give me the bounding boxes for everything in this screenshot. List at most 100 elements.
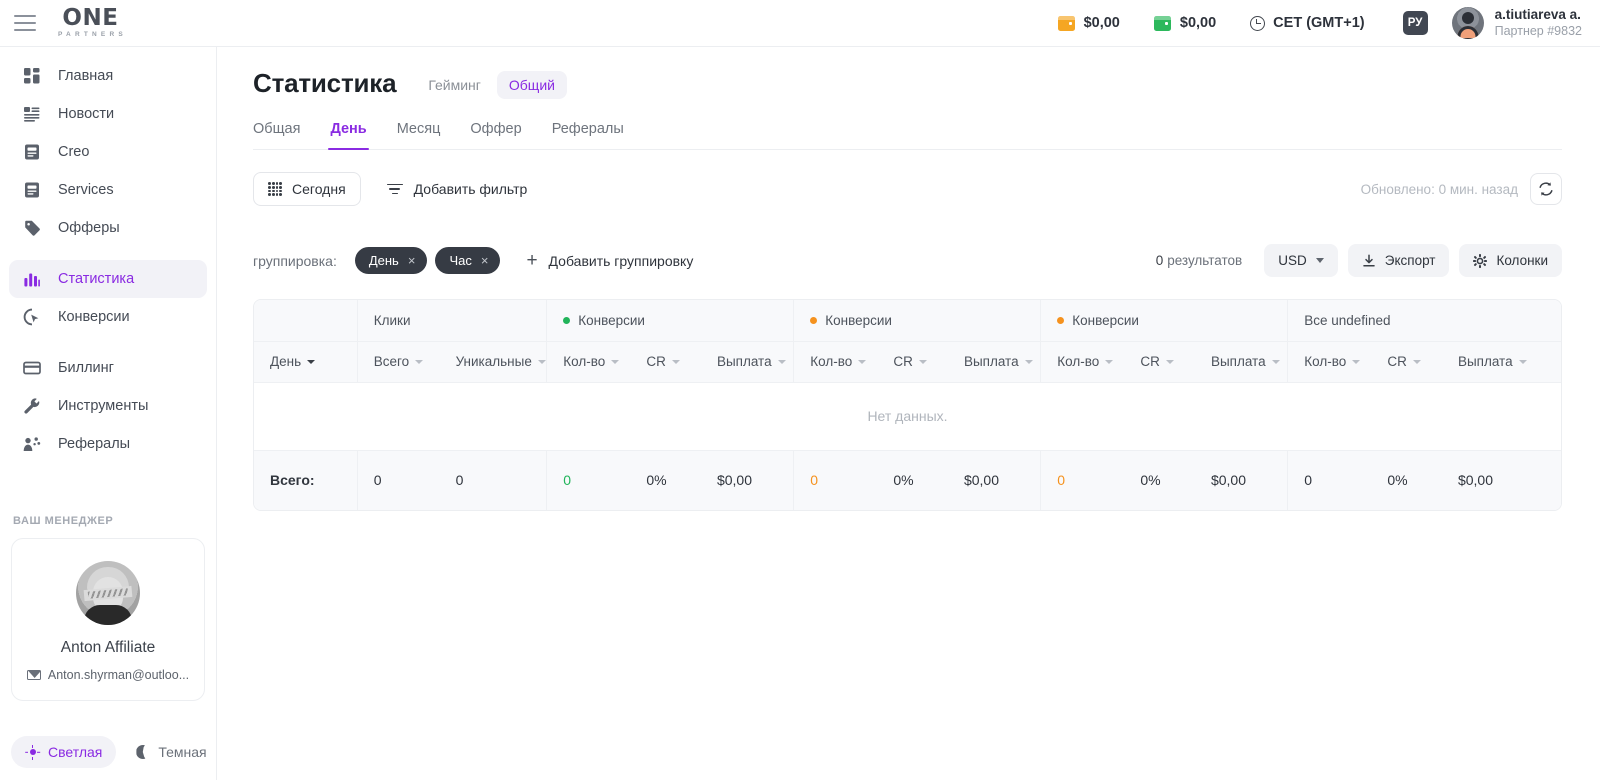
group-header-label: Конверсии <box>825 312 892 328</box>
download-icon <box>1363 253 1375 267</box>
table-subheader-row: День Всего Уникальные Кол-во CR Выплата … <box>254 341 1561 383</box>
export-button[interactable]: Экспорт <box>1347 244 1450 277</box>
segment-general[interactable]: Общий <box>496 71 567 99</box>
balance-main[interactable]: $0,00 <box>1057 15 1120 31</box>
news-icon <box>22 104 42 124</box>
date-range-button[interactable]: Сегодня <box>253 172 361 206</box>
add-filter-button[interactable]: Добавить фильтр <box>386 181 527 197</box>
column-header-label: День <box>270 354 302 369</box>
table-body: Нет данных. <box>254 382 1561 450</box>
updated-text: Обновлено: 0 мин. назад <box>1360 181 1518 197</box>
manager-email-row[interactable]: Anton.shyrman@outloo... <box>24 668 192 682</box>
column-header-conv3-payout[interactable]: Выплата <box>1194 341 1288 383</box>
sidebar-item-label: Главная <box>58 68 114 84</box>
column-header-clicks-total[interactable]: Всего <box>356 341 440 383</box>
close-icon[interactable]: × <box>408 254 416 267</box>
tab-day[interactable]: День <box>328 115 369 150</box>
hamburger-icon[interactable] <box>14 15 36 31</box>
document-icon <box>22 142 42 162</box>
avatar <box>1451 7 1484 39</box>
column-header-day[interactable]: День <box>254 341 358 383</box>
language-switcher[interactable]: РУ <box>1402 11 1428 35</box>
moon-icon <box>136 745 150 759</box>
tab-offer[interactable]: Оффер <box>470 115 521 149</box>
sidebar-item-label: Services <box>58 182 114 198</box>
top-bar-left: ONE PARTNERS <box>0 7 217 39</box>
sidebar-item-statistics[interactable]: Статистика <box>9 260 207 298</box>
sidebar-item-services[interactable]: Services <box>9 171 207 209</box>
column-header-conv1-payout[interactable]: Выплата <box>700 341 794 383</box>
group-header-conversions-orange-2: Конверсии <box>1040 300 1288 342</box>
grouping-bar-right: 0 результатов USD Экспорт Колонки <box>1156 244 1562 277</box>
user-menu[interactable]: a.tiutiareva a. Партнер #9832 <box>1451 7 1582 40</box>
totals-conv1-count: 0 <box>546 449 631 510</box>
column-header-label: Кол-во <box>1304 354 1347 369</box>
sidebar-item-home[interactable]: Главная <box>9 57 207 95</box>
manager-card[interactable]: Anton Affiliate Anton.shyrman@outloo... <box>11 538 205 701</box>
app-root: ONE PARTNERS $0,00 $0,00 CET (GMT+1) РУ <box>0 0 1600 780</box>
totals-clicks-unique: 0 <box>439 449 547 510</box>
sidebar-item-label: Офферы <box>58 220 120 236</box>
refresh-button[interactable] <box>1530 173 1562 205</box>
sort-caret-icon <box>1412 360 1421 364</box>
column-header-all-payout[interactable]: Выплата <box>1441 341 1561 383</box>
sort-caret-icon <box>1105 360 1114 364</box>
tab-referrals[interactable]: Рефералы <box>552 115 624 149</box>
add-grouping-button[interactable]: + Добавить группировку <box>526 251 693 270</box>
group-header-conversions-green: Конверсии <box>546 300 794 342</box>
column-header-conv3-cr[interactable]: CR <box>1124 341 1195 383</box>
column-header-conv2-count[interactable]: Кол-во <box>793 341 878 383</box>
sort-caret-icon <box>415 360 424 364</box>
sidebar-item-offers[interactable]: Офферы <box>9 209 207 247</box>
grouping-chip-day[interactable]: День × <box>354 247 428 274</box>
sidebar-item-billing[interactable]: Биллинг <box>9 349 207 387</box>
sort-caret-icon <box>1271 360 1280 364</box>
sort-caret-icon <box>1518 360 1527 364</box>
statistics-table: Клики Конверсии Конверсии Конверсии Все … <box>253 299 1562 511</box>
segment-gaming[interactable]: Гейминг <box>416 71 493 99</box>
sort-caret-icon <box>1352 360 1361 364</box>
column-header-all-cr[interactable]: CR <box>1371 341 1442 383</box>
page-title: Статистика <box>253 67 397 98</box>
manager-email: Anton.shyrman@outloo... <box>47 668 190 682</box>
totals-conv2-payout: $0,00 <box>947 449 1041 510</box>
table-empty-row: Нет данных. <box>254 382 1561 450</box>
column-header-conv2-cr[interactable]: CR <box>877 341 948 383</box>
column-header-conv1-cr[interactable]: CR <box>630 341 701 383</box>
timezone-selector[interactable]: CET (GMT+1) <box>1250 15 1365 31</box>
totals-all-count: 0 <box>1287 449 1372 510</box>
sidebar-item-conversions[interactable]: Конверсии <box>9 298 207 336</box>
close-icon[interactable]: × <box>481 254 489 267</box>
column-header-label: Выплата <box>963 354 1019 369</box>
balance-secondary[interactable]: $0,00 <box>1153 15 1217 31</box>
column-header-clicks-unique[interactable]: Уникальные <box>439 341 547 383</box>
status-dot-orange <box>1057 316 1065 324</box>
logo-text: ONE <box>62 5 119 32</box>
column-header-conv3-count[interactable]: Кол-во <box>1040 341 1125 383</box>
theme-option-light[interactable]: Светлая <box>11 736 117 768</box>
grouping-chip-hour[interactable]: Час × <box>435 247 501 274</box>
theme-option-dark[interactable]: Темная <box>122 736 220 768</box>
column-header-all-count[interactable]: Кол-во <box>1287 341 1372 383</box>
sidebar-item-referrals[interactable]: Рефералы <box>9 425 207 463</box>
columns-label: Колонки <box>1496 253 1548 268</box>
columns-button[interactable]: Колонки <box>1459 244 1562 277</box>
column-header-conv2-payout[interactable]: Выплата <box>947 341 1041 383</box>
sidebar-item-creo[interactable]: Creo <box>9 133 207 171</box>
app-logo[interactable]: ONE PARTNERS <box>54 7 127 39</box>
tab-month[interactable]: Месяц <box>397 115 441 149</box>
calendar-dots-icon <box>268 182 282 196</box>
column-header-conv1-count[interactable]: Кол-во <box>546 341 631 383</box>
tab-overall[interactable]: Общая <box>253 115 300 149</box>
export-label: Экспорт <box>1384 253 1436 268</box>
sidebar-item-label: Creo <box>58 144 90 160</box>
currency-select[interactable]: USD <box>1264 244 1338 277</box>
group-header-clicks: Клики <box>356 300 547 342</box>
column-header-label: Кол-во <box>810 354 853 369</box>
results-count-wrap: 0 результатов <box>1156 253 1243 268</box>
sidebar-item-tools[interactable]: Инструменты <box>9 387 207 425</box>
wallet-orange-icon <box>1057 15 1075 31</box>
balance-secondary-value: $0,00 <box>1179 15 1217 31</box>
status-dot-green <box>563 316 571 324</box>
sidebar-item-news[interactable]: Новости <box>9 95 207 133</box>
